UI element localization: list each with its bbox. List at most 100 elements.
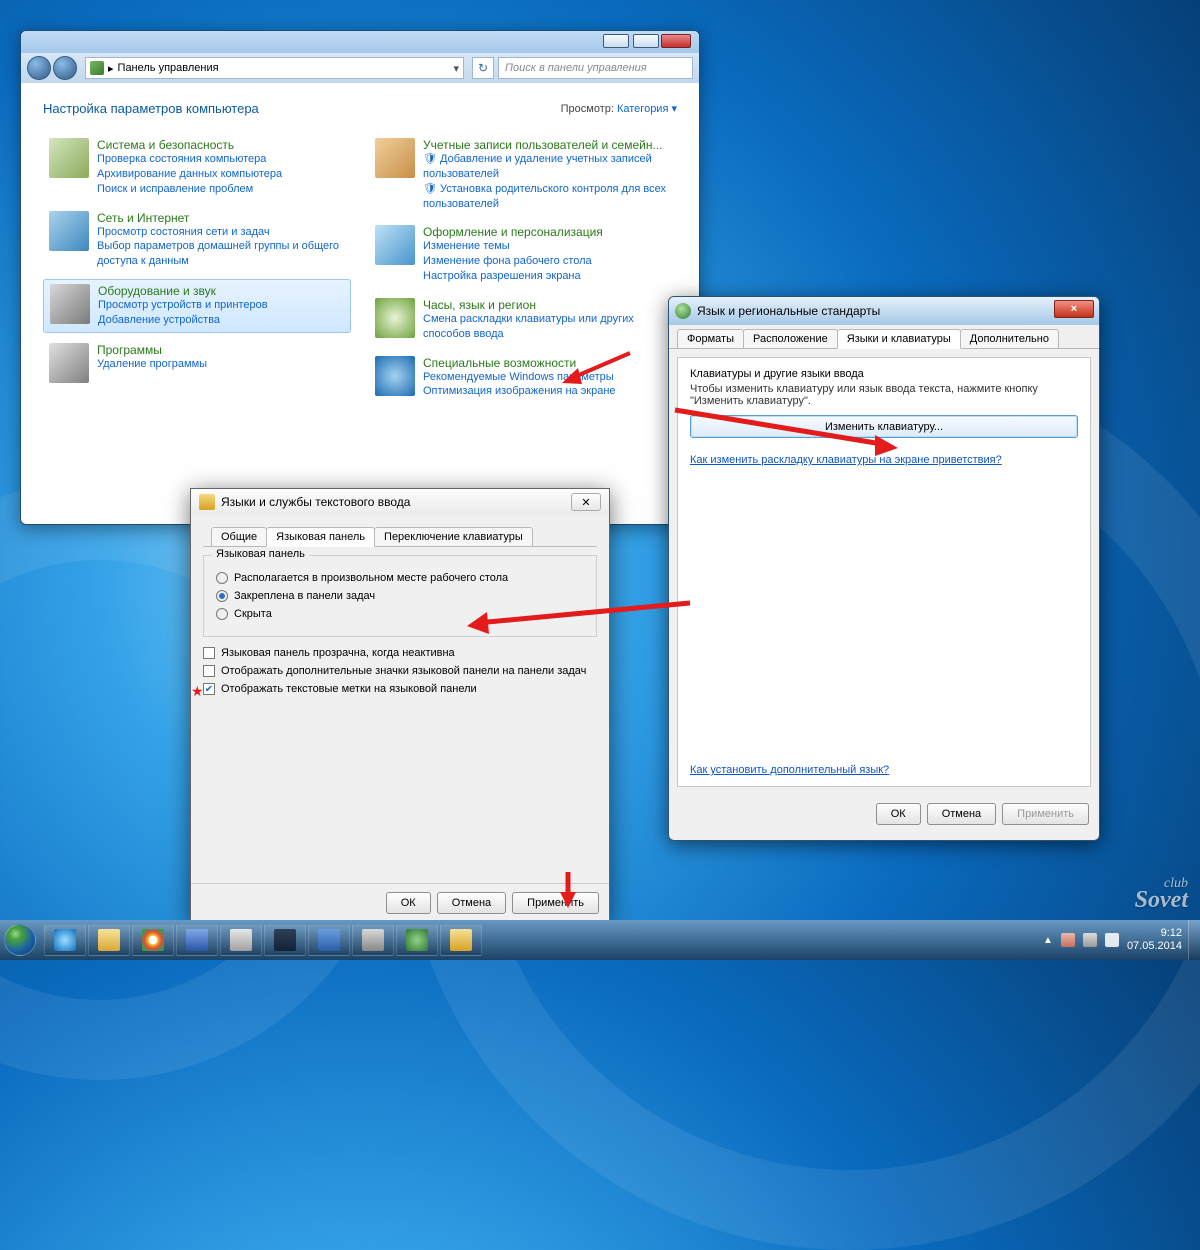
cancel-button[interactable]: Отмена [437, 892, 506, 914]
category-link[interactable]: 🛡 Установка родительского контроля для в… [423, 182, 671, 212]
close-button[interactable] [661, 34, 691, 48]
group-title: Языковая панель [212, 548, 309, 560]
category-title[interactable]: Оформление и персонализация [423, 225, 603, 239]
welcome-screen-link[interactable]: Как изменить раскладку клавиатуры на экр… [690, 454, 1078, 466]
change-keyboard-button[interactable]: Изменить клавиатуру... [690, 415, 1078, 438]
category-link[interactable]: Смена раскладки клавиатуры или других сп… [423, 312, 671, 342]
taskbar-button[interactable] [132, 924, 174, 956]
folder-icon [90, 61, 104, 75]
start-button[interactable] [0, 920, 40, 960]
sovet-watermark: club Sovet [1135, 878, 1188, 912]
checkbox-option[interactable]: ★Отображать текстовые метки на языковой … [203, 683, 597, 695]
category-link[interactable]: Архивирование данных компьютера [97, 167, 282, 182]
checkbox-option[interactable]: Отображать дополнительные значки языково… [203, 665, 597, 677]
close-button[interactable]: × [1054, 300, 1094, 318]
minimize-button[interactable] [603, 34, 629, 48]
install-language-link[interactable]: Как установить дополнительный язык? [690, 764, 1078, 776]
category-title[interactable]: Оборудование и звук [98, 284, 268, 298]
flag-icon[interactable] [1061, 933, 1075, 947]
category-title[interactable]: Учетные записи пользователей и семейн... [423, 138, 671, 152]
apply-button[interactable]: Применить [1002, 803, 1089, 825]
taskbar-button[interactable] [352, 924, 394, 956]
tab-Общие[interactable]: Общие [211, 527, 267, 546]
ok-button[interactable]: ОК [876, 803, 921, 825]
cancel-button[interactable]: Отмена [927, 803, 996, 825]
taskbar-button[interactable] [396, 924, 438, 956]
taskbar-button[interactable] [440, 924, 482, 956]
category-link[interactable]: 🛡 Добавление и удаление учетных записей … [423, 152, 671, 182]
ok-button[interactable]: ОК [386, 892, 431, 914]
taskbar-button[interactable] [88, 924, 130, 956]
breadcrumb[interactable]: Панель управления [118, 62, 219, 74]
category-item[interactable]: Учетные записи пользователей и семейн...… [369, 134, 677, 215]
view-mode-dropdown[interactable]: Категория ▾ [617, 103, 677, 115]
taskbar-button[interactable] [176, 924, 218, 956]
app-icon [450, 929, 472, 951]
radio-icon [216, 572, 228, 584]
category-link[interactable]: Выбор параметров домашней группы и общег… [97, 239, 345, 269]
category-item[interactable]: Часы, язык и регионСмена раскладки клави… [369, 294, 677, 346]
category-title[interactable]: Часы, язык и регион [423, 298, 671, 312]
checkbox-icon [203, 683, 215, 695]
category-link[interactable]: Просмотр состояния сети и задач [97, 225, 345, 240]
dialog-title: Языки и службы текстового ввода [221, 495, 410, 509]
category-item[interactable]: Оборудование и звукПросмотр устройств и … [43, 279, 351, 333]
radio-icon [216, 608, 228, 620]
taskbar-button[interactable] [44, 924, 86, 956]
category-item[interactable]: ПрограммыУдаление программы [43, 339, 351, 387]
tab-Форматы[interactable]: Форматы [677, 329, 744, 348]
radio-option[interactable]: Закреплена в панели задач [216, 590, 584, 602]
category-item[interactable]: Оформление и персонализацияИзменение тем… [369, 221, 677, 288]
category-link[interactable]: Просмотр устройств и принтеров [98, 298, 268, 313]
star-icon: ★ [191, 683, 204, 700]
checkbox-icon [203, 647, 215, 659]
close-button[interactable]: ✕ [571, 493, 601, 511]
forward-button[interactable] [53, 56, 77, 80]
ts-tabs: ОбщиеЯзыковая панельПереключение клавиат… [203, 523, 597, 547]
category-link[interactable]: Оптимизация изображения на экране [423, 384, 616, 399]
category-link[interactable]: Добавление устройства [98, 313, 268, 328]
apply-button[interactable]: Применить [512, 892, 599, 914]
tab-Языковая панель[interactable]: Языковая панель [266, 527, 375, 547]
category-link[interactable]: Настройка разрешения экрана [423, 269, 603, 284]
category-title[interactable]: Специальные возможности [423, 356, 616, 370]
category-link[interactable]: Удаление программы [97, 357, 207, 372]
volume-icon[interactable] [1083, 933, 1097, 947]
tab-Дополнительно[interactable]: Дополнительно [960, 329, 1059, 348]
page-title: Настройка параметров компьютера [43, 101, 259, 116]
radio-option[interactable]: Располагается в произвольном месте рабоч… [216, 572, 584, 584]
category-icon [375, 356, 415, 396]
view-label: Просмотр: [561, 103, 614, 115]
network-icon[interactable] [1105, 933, 1119, 947]
app-icon [406, 929, 428, 951]
category-link[interactable]: Рекомендуемые Windows параметры [423, 370, 616, 385]
category-icon [375, 225, 415, 265]
taskbar-button[interactable] [264, 924, 306, 956]
category-title[interactable]: Программы [97, 343, 207, 357]
maximize-button[interactable] [633, 34, 659, 48]
category-item[interactable]: Система и безопасностьПроверка состояния… [43, 134, 351, 201]
taskbar-button[interactable] [308, 924, 350, 956]
category-title[interactable]: Сеть и Интернет [97, 211, 345, 225]
category-item[interactable]: Сеть и ИнтернетПросмотр состояния сети и… [43, 207, 351, 274]
category-link[interactable]: Поиск и исправление проблем [97, 182, 282, 197]
tab-Расположение[interactable]: Расположение [743, 329, 838, 348]
category-link[interactable]: Проверка состояния компьютера [97, 152, 282, 167]
category-link[interactable]: Изменение фона рабочего стола [423, 254, 603, 269]
category-link[interactable]: Изменение темы [423, 239, 603, 254]
back-button[interactable] [27, 56, 51, 80]
language-bar-group: Языковая панель Располагается в произвол… [203, 555, 597, 637]
tab-Языки и клавиатуры[interactable]: Языки и клавиатуры [837, 329, 961, 349]
taskbar-button[interactable] [220, 924, 262, 956]
category-title[interactable]: Система и безопасность [97, 138, 282, 152]
tab-Переключение клавиатуры[interactable]: Переключение клавиатуры [374, 527, 533, 546]
search-input[interactable]: Поиск в панели управления [498, 57, 693, 79]
show-desktop-button[interactable] [1188, 920, 1200, 960]
category-item[interactable]: Специальные возможностиРекомендуемые Win… [369, 352, 677, 404]
system-clock[interactable]: 9:12 07.05.2014 [1127, 927, 1182, 952]
address-bar[interactable]: ▸ Панель управления ▾ [85, 57, 464, 79]
refresh-button[interactable]: ↻ [472, 57, 494, 79]
checkbox-option[interactable]: Языковая панель прозрачна, когда неактив… [203, 647, 597, 659]
tray-up-chevron-icon[interactable]: ▲ [1043, 935, 1053, 946]
radio-option[interactable]: Скрыта [216, 608, 584, 620]
